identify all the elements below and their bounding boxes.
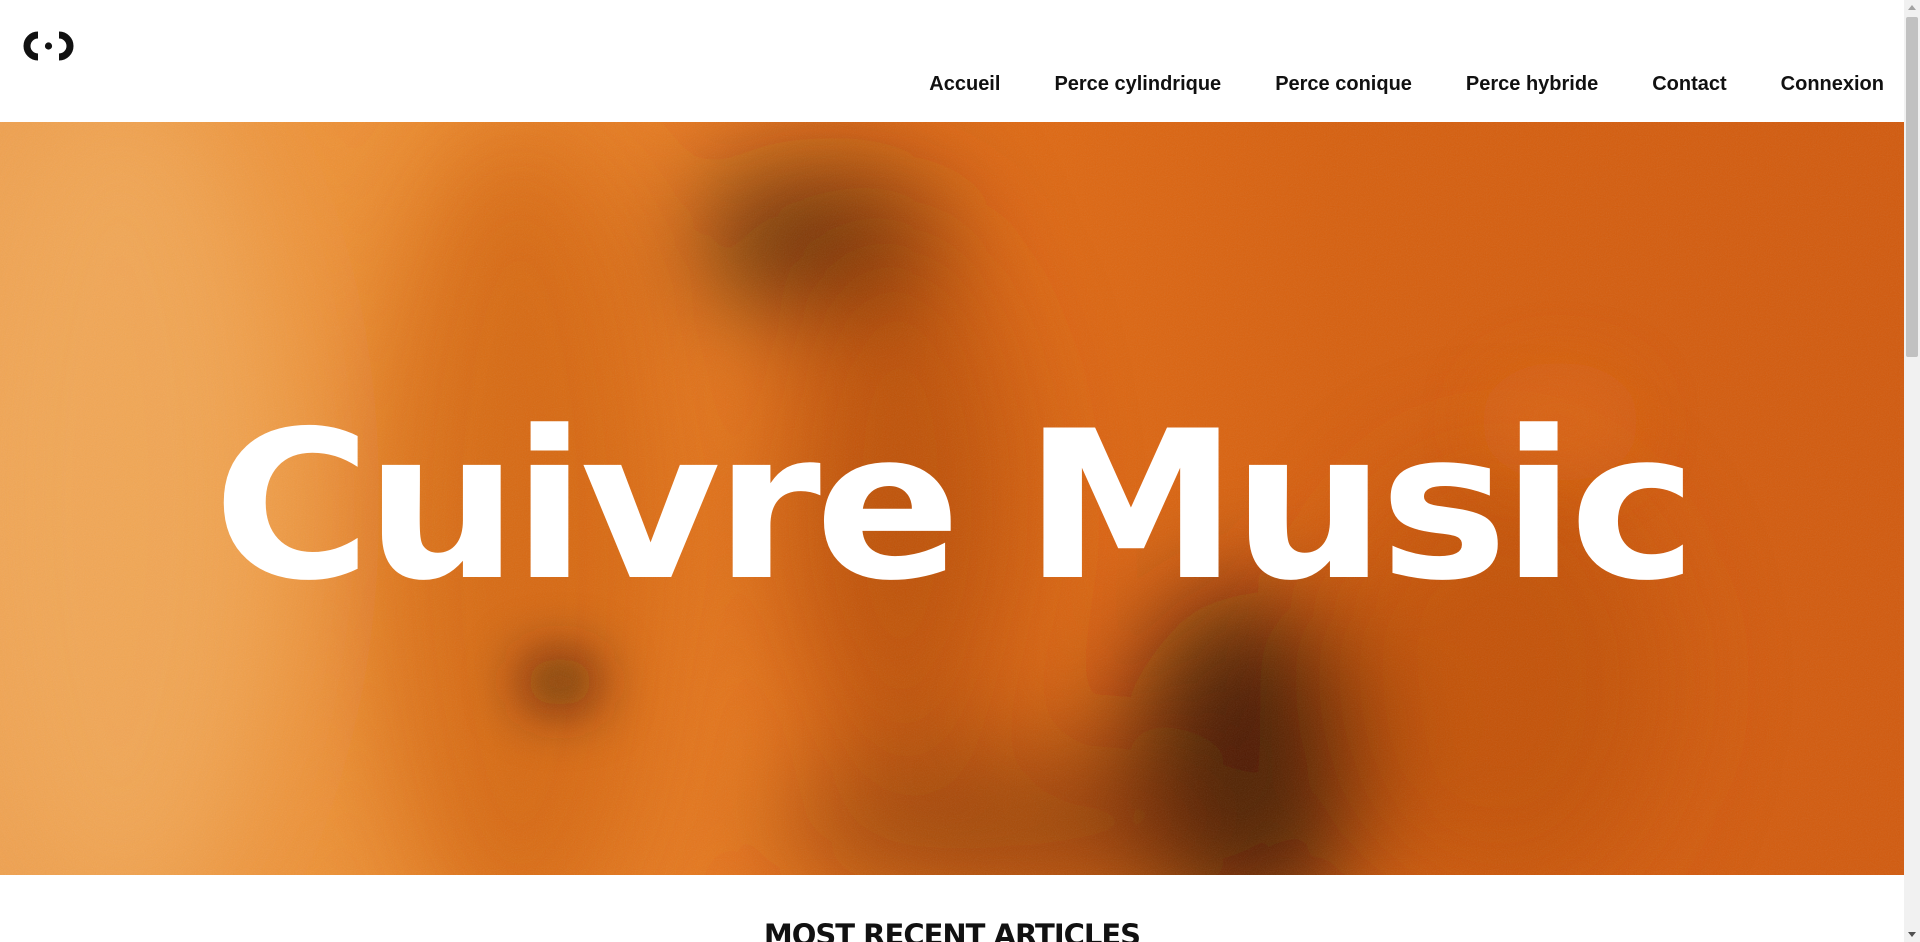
nav-item-perce-conique[interactable]: Perce conique [1275,73,1412,96]
scrollbar-thumb[interactable] [1906,17,1918,357]
cuivre-music-logo-icon[interactable] [16,27,81,65]
section-title-most-recent-articles: MOST RECENT ARTICLES [763,918,1141,942]
scroll-up-icon[interactable] [1908,5,1916,10]
site-header: Accueil Perce cylindrique Perce conique … [0,0,1904,122]
hero-title: Cuivre Music [213,388,1697,626]
nav-item-connexion[interactable]: Connexion [1781,73,1884,96]
nav-item-perce-cylindrique[interactable]: Perce cylindrique [1054,73,1221,96]
hero-banner: Cuivre Music [0,122,1904,875]
nav-item-contact[interactable]: Contact [1652,73,1726,96]
hero-title-text: Cuivre Music [213,388,1691,626]
main-nav: Accueil Perce cylindrique Perce conique … [875,73,1884,96]
scroll-down-icon[interactable] [1908,932,1916,937]
page: Accueil Perce cylindrique Perce conique … [0,0,1904,942]
nav-item-accueil[interactable]: Accueil [929,73,1000,96]
page-scrollbar[interactable] [1904,0,1920,942]
nav-item-perce-hybride[interactable]: Perce hybride [1466,73,1598,96]
